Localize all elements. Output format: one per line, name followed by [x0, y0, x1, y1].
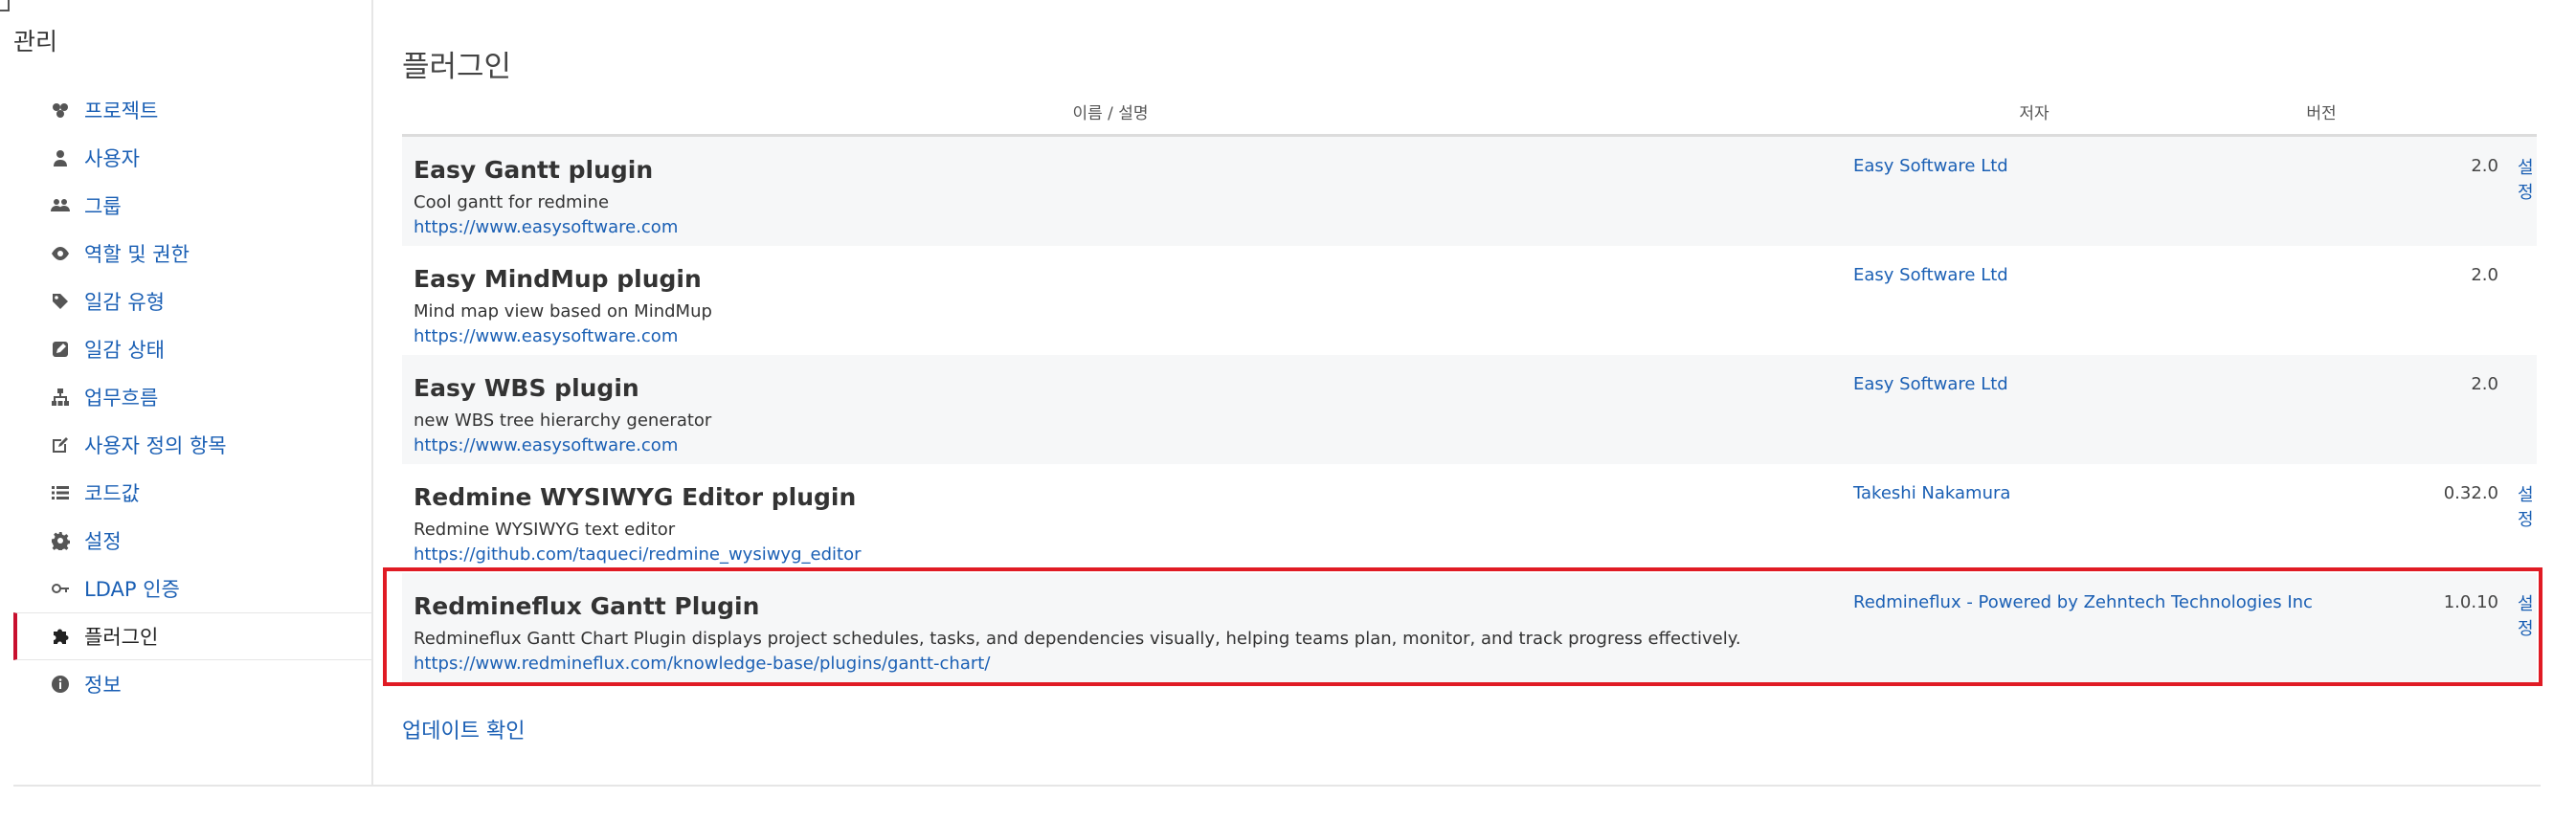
- table-row: Redmine WYSIWYG Editor plugin Redmine WY…: [402, 464, 2537, 573]
- sidebar-item-label: 일감 상태: [84, 339, 165, 362]
- sidebar-item-label: 사용자 정의 항목: [84, 434, 227, 457]
- plugin-author-link[interactable]: Easy Software Ltd: [1853, 156, 2008, 176]
- plugin-name: Redmineflux Gantt Plugin: [414, 592, 760, 620]
- plugin-name: Easy MindMup plugin: [414, 265, 702, 293]
- plugin-description: Redmineflux Gantt Chart Plugin displays …: [414, 629, 1741, 649]
- projects-icon: [48, 98, 73, 122]
- plugins-table: 이름 / 설명 저자 버전 Easy Gantt plugin Cool gan…: [402, 88, 2537, 682]
- table-row: Easy Gantt plugin Cool gantt for redmine…: [402, 137, 2537, 246]
- plugin-url-link[interactable]: https://www.easysoftware.com: [414, 217, 678, 237]
- admin-menu: 프로젝트 사용자 그룹 역할 및 권한 일감 유형 일감 상태 업무흐름 사용자…: [13, 86, 371, 708]
- sidebar-item-info[interactable]: 정보: [13, 660, 371, 708]
- plugin-version: 2.0: [2471, 265, 2498, 285]
- plugin-config-link[interactable]: 설정: [2518, 154, 2537, 204]
- sidebar-title: 관리: [13, 28, 58, 55]
- plugin-description: Mind map view based on MindMup: [414, 301, 712, 322]
- user-icon: [48, 145, 73, 170]
- sidebar-item-enumerations[interactable]: 코드값: [13, 469, 371, 517]
- footer-divider: [13, 785, 2541, 787]
- sidebar: 관리 프로젝트 사용자 그룹 역할 및 권한 일감 유형 일감 상태 업무흐름: [0, 0, 373, 785]
- plugin-url-link[interactable]: https://github.com/taqueci/redmine_wysiw…: [414, 544, 861, 565]
- corner-mark: [0, 0, 10, 11]
- plugin-config-link[interactable]: 설정: [2518, 481, 2537, 531]
- sidebar-item-label: 코드값: [84, 482, 140, 505]
- table-row: Easy MindMup plugin Mind map view based …: [402, 246, 2537, 355]
- plugin-name: Redmine WYSIWYG Editor plugin: [414, 483, 857, 511]
- pencil-icon: [48, 433, 73, 457]
- info-icon: [48, 672, 73, 697]
- plugin-description: Redmine WYSIWYG text editor: [414, 520, 676, 540]
- sidebar-item-label: 정보: [84, 674, 122, 697]
- main-content: 플러그인 이름 / 설명 저자 버전 Easy Gantt plugin Coo…: [373, 0, 2576, 821]
- check-updates-link[interactable]: 업데이트 확인: [402, 714, 525, 744]
- plugin-name: Easy WBS plugin: [414, 374, 639, 402]
- sitemap-icon: [48, 385, 73, 410]
- sidebar-item-label: 사용자: [84, 147, 140, 170]
- key-icon: [48, 576, 73, 601]
- sidebar-item-issue-statuses[interactable]: 일감 상태: [13, 325, 371, 373]
- sidebar-item-label: 프로젝트: [84, 100, 159, 122]
- tag-icon: [48, 289, 73, 314]
- gear-icon: [48, 528, 73, 553]
- sidebar-item-groups[interactable]: 그룹: [13, 182, 371, 230]
- plugin-name: Easy Gantt plugin: [414, 156, 654, 184]
- edit-square-icon: [48, 337, 73, 362]
- plugin-url-link[interactable]: https://www.easysoftware.com: [414, 435, 678, 455]
- plugin-version: 0.32.0: [2443, 483, 2498, 503]
- header-author: 저자: [2019, 103, 2050, 123]
- table-header: 이름 / 설명 저자 버전: [402, 88, 2537, 137]
- list-icon: [48, 480, 73, 505]
- plugin-author-link[interactable]: Takeshi Nakamura: [1853, 483, 2010, 503]
- sidebar-item-label: 플러그인: [84, 626, 159, 649]
- plugin-author-link[interactable]: Redmineflux - Powered by Zehntech Techno…: [1853, 592, 2313, 612]
- sidebar-item-plugins[interactable]: 플러그인: [13, 612, 371, 660]
- sidebar-item-label: 그룹: [84, 195, 122, 218]
- header-version: 버전: [2306, 103, 2337, 123]
- eye-icon: [48, 241, 73, 266]
- sidebar-item-label: LDAP 인증: [84, 578, 180, 601]
- sidebar-item-ldap[interactable]: LDAP 인증: [13, 565, 371, 612]
- sidebar-item-projects[interactable]: 프로젝트: [13, 86, 371, 134]
- plugin-author-link[interactable]: Easy Software Ltd: [1853, 265, 2008, 285]
- sidebar-item-label: 설정: [84, 530, 122, 553]
- table-row: Easy WBS plugin new WBS tree hierarchy g…: [402, 355, 2537, 464]
- sidebar-item-users[interactable]: 사용자: [13, 134, 371, 182]
- plugin-description: Cool gantt for redmine: [414, 192, 610, 212]
- page-title: 플러그인: [402, 49, 512, 84]
- plugin-config-link[interactable]: 설정: [2518, 590, 2537, 640]
- plugin-url-link[interactable]: https://www.redmineflux.com/knowledge-ba…: [414, 654, 990, 674]
- puzzle-icon: [48, 624, 73, 649]
- sidebar-item-label: 일감 유형: [84, 291, 165, 314]
- sidebar-item-settings[interactable]: 설정: [13, 517, 371, 565]
- group-icon: [48, 193, 73, 218]
- sidebar-item-workflows[interactable]: 업무흐름: [13, 373, 371, 421]
- sidebar-item-roles[interactable]: 역할 및 권한: [13, 230, 371, 277]
- sidebar-item-trackers[interactable]: 일감 유형: [13, 277, 371, 325]
- plugin-description: new WBS tree hierarchy generator: [414, 410, 712, 431]
- sidebar-item-label: 역할 및 권한: [84, 243, 190, 266]
- plugin-version: 1.0.10: [2443, 592, 2498, 612]
- plugin-version: 2.0: [2471, 374, 2498, 394]
- plugin-author-link[interactable]: Easy Software Ltd: [1853, 374, 2008, 394]
- table-row: Redmineflux Gantt Plugin Redmineflux Gan…: [402, 573, 2537, 682]
- sidebar-item-custom-fields[interactable]: 사용자 정의 항목: [13, 421, 371, 469]
- plugin-url-link[interactable]: https://www.easysoftware.com: [414, 326, 678, 346]
- sidebar-item-label: 업무흐름: [84, 387, 159, 410]
- header-name: 이름 / 설명: [1072, 103, 1149, 123]
- plugin-version: 2.0: [2471, 156, 2498, 176]
